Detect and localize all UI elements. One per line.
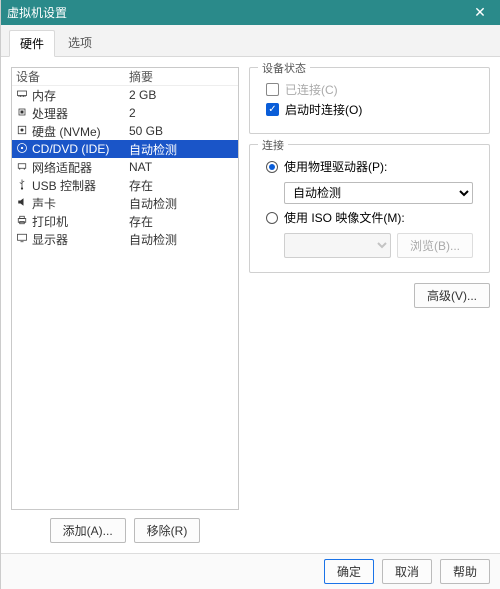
device-name: 打印机 bbox=[32, 213, 68, 230]
device-list: 设备 摘要 内存 2 GB 处理器 2 硬盘 (NVMe) 50 GB CD/DVD (ID… bbox=[11, 67, 239, 510]
device-name: 网络适配器 bbox=[32, 159, 92, 176]
advanced-button[interactable]: 高级(V)... bbox=[414, 283, 490, 308]
net-icon bbox=[16, 160, 28, 175]
device-summary: 自动检测 bbox=[127, 195, 227, 212]
device-row[interactable]: USB 控制器 存在 bbox=[12, 176, 238, 194]
col-device: 设备 bbox=[12, 68, 127, 85]
device-row[interactable]: 打印机 存在 bbox=[12, 212, 238, 230]
dialog-footer: 确定 取消 帮助 bbox=[1, 553, 500, 589]
device-row[interactable]: 网络适配器 NAT bbox=[12, 158, 238, 176]
device-list-header: 设备 摘要 bbox=[12, 68, 238, 86]
tab-hardware[interactable]: 硬件 bbox=[9, 30, 55, 57]
use-iso-radio[interactable] bbox=[266, 212, 278, 224]
cpu-icon bbox=[16, 106, 28, 121]
device-summary: 自动检测 bbox=[127, 231, 227, 248]
close-icon[interactable]: ✕ bbox=[466, 4, 494, 21]
physical-drive-select[interactable]: 自动检测 bbox=[284, 182, 473, 204]
disk-icon bbox=[16, 124, 28, 139]
connection-legend: 连接 bbox=[258, 137, 288, 153]
device-row[interactable]: 内存 2 GB bbox=[12, 86, 238, 104]
use-physical-drive-radio[interactable] bbox=[266, 161, 278, 173]
device-name: 处理器 bbox=[32, 105, 68, 122]
device-summary: 存在 bbox=[127, 213, 227, 230]
tab-strip: 硬件 选项 bbox=[1, 25, 500, 57]
use-iso-label: 使用 ISO 映像文件(M): bbox=[284, 209, 405, 226]
sound-icon bbox=[16, 196, 28, 211]
ok-button[interactable]: 确定 bbox=[324, 559, 374, 584]
device-summary: 2 GB bbox=[127, 88, 227, 102]
device-summary: 自动检测 bbox=[127, 141, 227, 158]
add-device-button[interactable]: 添加(A)... bbox=[50, 518, 126, 543]
connected-checkbox bbox=[266, 83, 279, 96]
device-status-legend: 设备状态 bbox=[258, 60, 310, 76]
connect-at-poweron-label: 启动时连接(O) bbox=[285, 101, 362, 118]
device-row[interactable]: 声卡 自动检测 bbox=[12, 194, 238, 212]
iso-path-input bbox=[284, 233, 391, 258]
device-row[interactable]: 处理器 2 bbox=[12, 104, 238, 122]
device-name: 内存 bbox=[32, 87, 56, 104]
device-name: 显示器 bbox=[32, 231, 68, 248]
device-row[interactable]: 硬盘 (NVMe) 50 GB bbox=[12, 122, 238, 140]
title-bar: 虚拟机设置 ✕ bbox=[1, 0, 500, 25]
use-physical-drive-label: 使用物理驱动器(P): bbox=[284, 158, 387, 175]
window-title: 虚拟机设置 bbox=[7, 4, 67, 21]
printer-icon bbox=[16, 214, 28, 229]
connection-group: 连接 使用物理驱动器(P): 自动检测 使用 ISO 映像文件(M): 浏览(B bbox=[249, 144, 490, 273]
display-icon bbox=[16, 232, 28, 247]
help-button[interactable]: 帮助 bbox=[440, 559, 490, 584]
connect-at-poweron-checkbox[interactable]: ✓ bbox=[266, 103, 279, 116]
device-row[interactable]: CD/DVD (IDE) 自动检测 bbox=[12, 140, 238, 158]
device-status-group: 设备状态 已连接(C) ✓ 启动时连接(O) bbox=[249, 67, 490, 134]
device-summary: 2 bbox=[127, 106, 227, 120]
device-summary: 50 GB bbox=[127, 124, 227, 138]
cd-icon bbox=[16, 142, 28, 157]
device-summary: 存在 bbox=[127, 177, 227, 194]
device-name: 硬盘 (NVMe) bbox=[32, 123, 101, 140]
tab-options[interactable]: 选项 bbox=[57, 29, 103, 56]
connected-label: 已连接(C) bbox=[285, 81, 338, 98]
device-summary: NAT bbox=[127, 160, 227, 174]
cancel-button[interactable]: 取消 bbox=[382, 559, 432, 584]
remove-device-button[interactable]: 移除(R) bbox=[134, 518, 201, 543]
browse-button: 浏览(B)... bbox=[397, 233, 473, 258]
col-summary: 摘要 bbox=[127, 68, 227, 85]
device-row[interactable]: 显示器 自动检测 bbox=[12, 230, 238, 248]
device-name: CD/DVD (IDE) bbox=[32, 142, 109, 156]
device-name: 声卡 bbox=[32, 195, 56, 212]
usb-icon bbox=[16, 178, 28, 193]
device-name: USB 控制器 bbox=[32, 177, 96, 194]
memory-icon bbox=[16, 88, 28, 103]
